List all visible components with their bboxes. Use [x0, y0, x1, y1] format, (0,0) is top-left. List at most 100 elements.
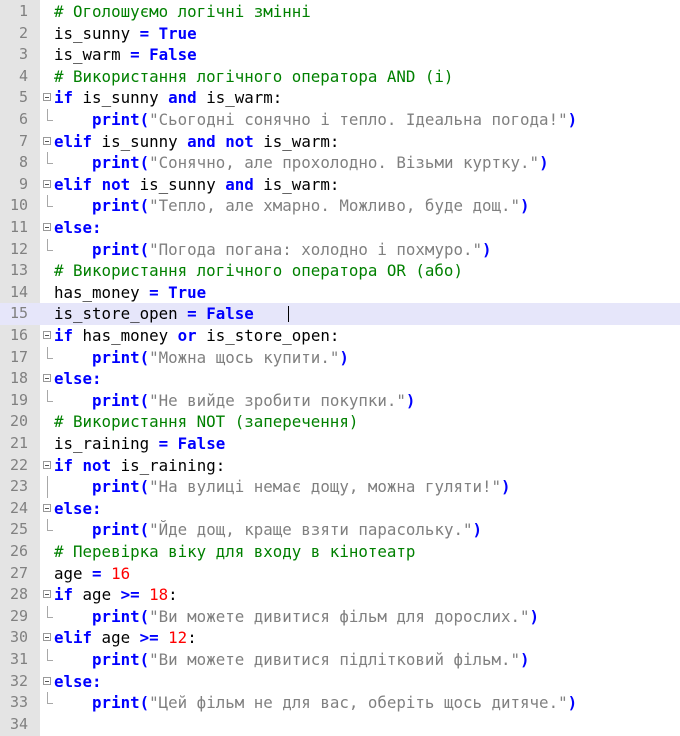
- code-text: elif is_sunny and not is_warm:: [54, 131, 340, 151]
- code-line[interactable]: 33 print("Цей фільм не для вас, оберіть …: [0, 692, 680, 714]
- code-text: print("Цей фільм не для вас, оберіть щос…: [92, 693, 578, 713]
- code-line[interactable]: 12 print("Погода погана: холодно і похму…: [0, 238, 680, 261]
- code-text: # Оголошуємо логічні змінні: [54, 2, 311, 21]
- code-line[interactable]: 3 is_warm = False: [0, 44, 680, 66]
- line-number: 25: [9, 520, 28, 539]
- line-number: 34: [9, 714, 28, 733]
- code-text: else:: [54, 498, 102, 518]
- line-number: 1: [18, 2, 28, 20]
- code-line[interactable]: 16 if has_money or is_store_open:: [0, 325, 680, 347]
- fold-toggle-icon[interactable]: [42, 368, 54, 390]
- code-text: # Використання логічного оператора OR (а…: [54, 261, 463, 281]
- code-line[interactable]: 24 else:: [0, 498, 680, 520]
- fold-toggle-icon[interactable]: [42, 217, 54, 239]
- line-number: 11: [9, 218, 28, 236]
- code-text: else:: [54, 218, 102, 237]
- code-text: print("Йде дощ, краще взяти парасольку."…: [92, 520, 482, 540]
- line-number: 22: [9, 455, 28, 474]
- code-text: is_store_open = False: [54, 304, 254, 324]
- code-text: print("Сьогодні сонячно і тепло. Ідеальн…: [92, 110, 578, 129]
- code-line[interactable]: 8 print("Сонячно, але прохолодно. Візьми…: [0, 152, 680, 174]
- code-line[interactable]: 15 is_store_open = False: [0, 303, 680, 325]
- code-text: if has_money or is_store_open:: [54, 326, 340, 345]
- fold-toggle-icon[interactable]: [42, 174, 54, 196]
- line-number: 33: [9, 693, 28, 712]
- code-line[interactable]: 5 if is_sunny and is_warm:: [0, 87, 680, 109]
- code-line[interactable]: 13 # Використання логічного оператора OR …: [0, 260, 680, 282]
- code-line[interactable]: 26 # Перевірка віку для входу в кінотеатр: [0, 541, 680, 563]
- line-number: 31: [9, 650, 28, 668]
- fold-toggle-icon[interactable]: [42, 131, 54, 153]
- code-line[interactable]: 10 print("Тепло, але хмарно. Можливо, бу…: [0, 195, 680, 217]
- line-number: 3: [18, 45, 28, 64]
- text-caret: [288, 306, 289, 323]
- line-number: 17: [9, 347, 28, 366]
- code-line[interactable]: 7 elif is_sunny and not is_warm:: [0, 131, 680, 153]
- code-text: is_raining = False: [54, 434, 226, 453]
- fold-toggle-icon[interactable]: [42, 87, 54, 109]
- line-number: 32: [9, 671, 28, 690]
- code-line[interactable]: 4 # Використання логічного оператора AND …: [0, 66, 680, 88]
- code-line[interactable]: 28 if age >= 18:: [0, 584, 680, 606]
- line-number: 7: [18, 131, 28, 150]
- line-number: 30: [9, 628, 28, 647]
- fold-guide-icon: [42, 109, 54, 131]
- code-text: print("Тепло, але хмарно. Можливо, буде …: [92, 196, 530, 216]
- code-line[interactable]: 30 elif age >= 12:: [0, 627, 680, 649]
- fold-toggle-icon[interactable]: [42, 627, 54, 649]
- fold-toggle-icon[interactable]: [42, 455, 54, 477]
- code-line[interactable]: 20 # Використання NOT (заперечення): [0, 411, 680, 433]
- code-text: print("Можна щось купити."): [92, 347, 349, 367]
- code-line[interactable]: 11 else:: [0, 217, 680, 239]
- fold-guide-icon: [42, 692, 54, 714]
- code-line[interactable]: 14 has_money = True: [0, 282, 680, 304]
- code-line[interactable]: 18 else:: [0, 368, 680, 390]
- line-number: 24: [9, 498, 28, 517]
- code-line[interactable]: 31 print("Ви можете дивитися підлітковий…: [0, 649, 680, 671]
- code-line[interactable]: 19 print("Не вийде зробити покупки."): [0, 389, 680, 412]
- fold-guide-icon: [42, 238, 54, 261]
- fold-guide-icon: [42, 649, 54, 671]
- code-text: is_warm = False: [54, 45, 197, 65]
- code-line[interactable]: 17 print("Можна щось купити."): [0, 346, 680, 369]
- code-line[interactable]: 9 elif not is_sunny and is_warm:: [0, 174, 680, 196]
- line-number: 18: [9, 369, 28, 388]
- line-number: 15: [9, 304, 28, 323]
- code-line[interactable]: 32 else:: [0, 671, 680, 693]
- line-number: 9: [18, 174, 28, 193]
- line-number: 27: [9, 563, 28, 582]
- line-number: 10: [9, 196, 28, 215]
- code-line[interactable]: 23 print("На вулиці немає дощу, можна гу…: [0, 476, 680, 498]
- code-text: # Використання NOT (заперечення): [54, 412, 359, 432]
- code-line[interactable]: 29 print("Ви можете дивитися фільм для д…: [0, 605, 680, 628]
- line-number: 12: [9, 239, 28, 258]
- code-line[interactable]: 21 is_raining = False: [0, 433, 680, 455]
- line-number: 2: [18, 23, 28, 42]
- code-line[interactable]: 25 print("Йде дощ, краще взяти парасольк…: [0, 519, 680, 541]
- code-text: is_sunny = True: [54, 23, 197, 43]
- code-line[interactable]: 2 is_sunny = True: [0, 23, 680, 45]
- code-line[interactable]: 1 # Оголошуємо логічні змінні: [0, 1, 680, 23]
- fold-toggle-icon[interactable]: [42, 325, 54, 347]
- fold-guide-icon: [42, 389, 54, 412]
- code-editor[interactable]: 1 # Оголошуємо логічні змінні 2 is_sunny = …: [0, 0, 680, 736]
- fold-guide-icon: [42, 346, 54, 369]
- fold-guide-icon: [42, 605, 54, 628]
- line-number: 5: [18, 88, 28, 107]
- line-number: 21: [9, 434, 28, 452]
- code-text: print("Ви можете дивитися підлітковий фі…: [92, 650, 530, 669]
- fold-toggle-icon[interactable]: [42, 584, 54, 606]
- line-number: 16: [9, 326, 28, 344]
- code-line[interactable]: 27 age = 16: [0, 563, 680, 585]
- code-line[interactable]: 22 if not is_raining:: [0, 455, 680, 477]
- fold-toggle-icon[interactable]: [42, 498, 54, 520]
- line-number: 8: [18, 153, 28, 172]
- code-line[interactable]: 34: [0, 714, 680, 736]
- code-line[interactable]: 6 print("Сьогодні сонячно і тепло. Ідеал…: [0, 109, 680, 131]
- line-number: 19: [9, 390, 28, 409]
- code-text: print("Не вийде зробити покупки."): [92, 390, 416, 410]
- fold-toggle-icon[interactable]: [42, 671, 54, 693]
- code-text: age = 16: [54, 563, 131, 583]
- code-text: else:: [54, 369, 102, 389]
- code-text: print("Ви можете дивитися фільм для доро…: [92, 606, 540, 626]
